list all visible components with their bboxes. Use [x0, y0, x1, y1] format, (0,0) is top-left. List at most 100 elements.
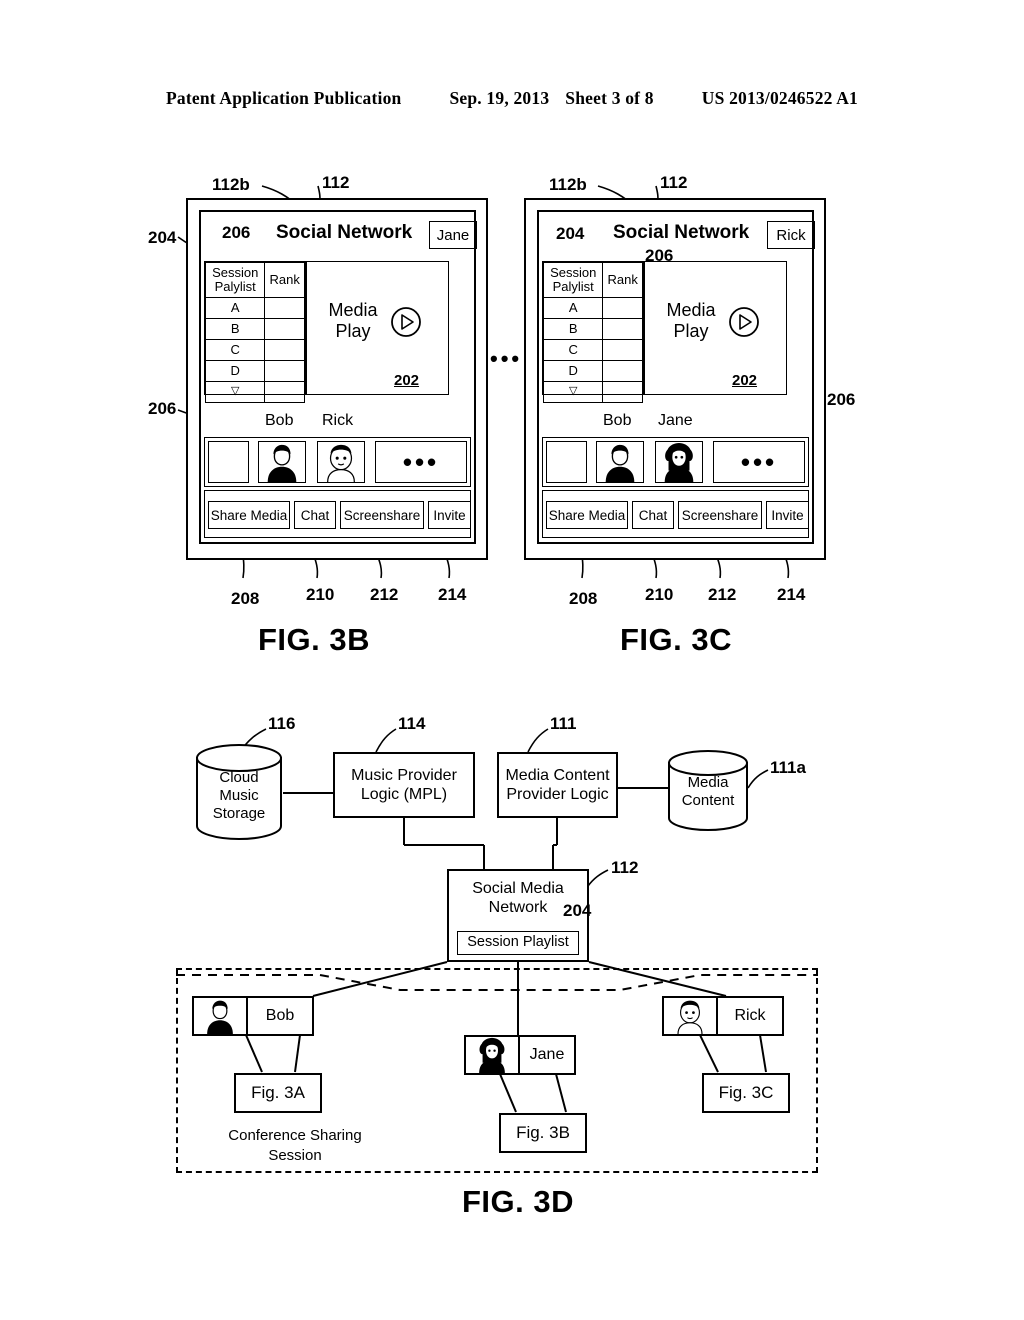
- fig3b-ref-204: 204: [148, 228, 177, 247]
- mpl-line1: Music Provider: [351, 766, 457, 784]
- fig3b-share-media-button[interactable]: Share Media: [208, 501, 290, 529]
- fig3b-playlist-header-line1: Session: [212, 265, 259, 281]
- figure-ref-3c-box[interactable]: Fig. 3C: [702, 1073, 790, 1113]
- participant-card-jane[interactable]: Jane: [464, 1035, 576, 1075]
- fig3b-playlist-row[interactable]: B: [204, 318, 266, 340]
- fig3b-media-line2: Play: [335, 320, 371, 341]
- fig3b-session-playlist[interactable]: Session Palylist Rank A B C D ▽: [204, 261, 306, 403]
- fig3c-rank-cell[interactable]: [602, 318, 643, 340]
- publication-label: Patent Application Publication: [165, 88, 402, 108]
- fig3c-empty-thumbnail[interactable]: [546, 441, 587, 483]
- fig3b-screenshare-button[interactable]: Screenshare: [340, 501, 424, 529]
- fig3b-ref-206-participants: 206: [148, 399, 177, 418]
- participant-name-jane: Jane: [529, 1046, 565, 1063]
- publication-header: Patent Application Publication Sep. 19, …: [0, 88, 1024, 109]
- fig3c-more-participants-thumbnail[interactable]: •••: [713, 441, 805, 483]
- participant-card-rick[interactable]: Rick: [662, 996, 784, 1036]
- fig3c-session-playlist[interactable]: Session Palylist Rank A B C D ▽: [542, 261, 644, 403]
- fig3b-participant-name: Bob: [265, 412, 294, 429]
- fig3c-playlist-row[interactable]: A: [542, 297, 604, 319]
- fig3c-ref-210: 210: [645, 585, 674, 604]
- fig3b-ref-112b: 112b: [212, 175, 250, 194]
- fig3b-bob-avatar-thumbnail[interactable]: [258, 441, 306, 483]
- figure-ref-3b-box[interactable]: Fig. 3B: [499, 1113, 587, 1153]
- fig3c-bob-avatar-thumbnail[interactable]: [596, 441, 644, 483]
- fig3b-empty-thumbnail[interactable]: [208, 441, 249, 483]
- fig3c-chat-button[interactable]: Chat: [632, 501, 674, 529]
- fig3b-rank-cell[interactable]: [264, 318, 305, 340]
- fig3c-ref-206-participants: 206: [827, 390, 856, 409]
- fig3b-rank-cell[interactable]: [264, 360, 305, 382]
- fig3c-media-ref: 202: [732, 372, 758, 389]
- fig3b-invite-button[interactable]: Invite: [428, 501, 471, 529]
- conference-label-line1: Conference Sharing: [228, 1127, 362, 1144]
- rick-avatar-icon: [669, 998, 711, 1034]
- fig3c-rank-header: Rank: [602, 262, 643, 298]
- fig3c-rank-cell[interactable]: [602, 339, 643, 361]
- fig3c-rank-cell[interactable]: [602, 360, 643, 382]
- fig3b-media-label: Media Play: [318, 300, 388, 341]
- fig3b-media-line1: Media: [328, 300, 378, 320]
- fig3c-play-circle-icon[interactable]: [727, 305, 761, 339]
- fig3b-app-title: Social Network: [276, 222, 413, 243]
- participant-name-bob: Bob: [265, 1007, 295, 1024]
- participant-card-bob[interactable]: Bob: [192, 996, 314, 1036]
- fig3d-ref-204: 204: [563, 901, 592, 920]
- fig3c-rank-cell[interactable]: [602, 381, 643, 403]
- fig3b-rank-cell[interactable]: [264, 381, 305, 403]
- mcpl-line1: Media Content: [505, 766, 610, 784]
- fig3c-invite-button[interactable]: Invite: [766, 501, 809, 529]
- publication-date: Sep. 19, 2013: [449, 88, 550, 108]
- fig3c-app-title: Social Network: [613, 222, 750, 243]
- fig3c-current-user-chip[interactable]: Rick: [767, 221, 815, 249]
- fig3c-playlist-header-line2: Palylist: [552, 279, 594, 294]
- fig3c-playlist-row[interactable]: C: [542, 339, 604, 361]
- fig3b-more-participants-thumbnail[interactable]: •••: [375, 441, 467, 483]
- fig3c-rank-cell[interactable]: [602, 297, 643, 319]
- fig3c-share-media-button[interactable]: Share Media: [546, 501, 628, 529]
- conference-label-line2: Session: [268, 1146, 322, 1164]
- fig3c-playlist-row[interactable]: B: [542, 318, 604, 340]
- media-content-provider-logic-box[interactable]: Media Content Provider Logic: [497, 752, 618, 818]
- fig3b-media-ref: 202: [394, 372, 420, 389]
- bob-avatar-icon: [259, 442, 305, 482]
- fig3c-jane-avatar-thumbnail[interactable]: [655, 441, 703, 483]
- rick-avatar: [664, 998, 718, 1034]
- media-content-line2: Content: [681, 792, 735, 809]
- fig3b-playlist-row[interactable]: C: [204, 339, 266, 361]
- bob-avatar: [194, 998, 248, 1034]
- fig3c-ref-208: 208: [569, 589, 598, 608]
- fig3b-playlist-scroll-down-icon[interactable]: ▽: [204, 381, 266, 403]
- cloud-storage-line1: Cloud: [219, 768, 259, 786]
- fig3c-playlist-scroll-down-icon[interactable]: ▽: [542, 381, 604, 403]
- fig3b-ref-112: 112: [322, 173, 350, 192]
- fig3d-ref-114: 114: [398, 714, 426, 733]
- fig3b-playlist-row[interactable]: D: [204, 360, 266, 382]
- mpl-line2: Logic (MPL): [360, 786, 448, 803]
- fig3c-participant-name: Bob: [603, 412, 632, 429]
- participant-name-rick: Rick: [734, 1007, 766, 1024]
- fig3c-caption: FIG. 3C: [620, 622, 733, 657]
- fig3b-chat-button[interactable]: Chat: [294, 501, 336, 529]
- fig3c-participant-name: Jane: [658, 412, 693, 429]
- session-playlist-box[interactable]: Session Playlist: [457, 931, 579, 955]
- fig3c-media-line1: Media: [666, 300, 716, 320]
- fig3c-playlist-row[interactable]: D: [542, 360, 604, 382]
- music-provider-logic-box[interactable]: Music Provider Logic (MPL): [333, 752, 475, 818]
- fig3b-current-user-chip[interactable]: Jane: [429, 221, 477, 249]
- fig3d-ref-116: 116: [268, 714, 296, 733]
- fig3b-playlist-row[interactable]: A: [204, 297, 266, 319]
- fig3c-screenshare-button[interactable]: Screenshare: [678, 501, 762, 529]
- fig3c-ref-112b: 112b: [549, 175, 587, 194]
- figures-continuation-ellipsis: •••: [490, 346, 523, 371]
- fig3b-rank-cell[interactable]: [264, 297, 305, 319]
- fig3b-rank-cell[interactable]: [264, 339, 305, 361]
- smn-line1: Social Media: [472, 880, 564, 897]
- media-content-line1: Media: [687, 773, 729, 791]
- fig3b-ref-208: 208: [231, 589, 260, 608]
- fig3b-rick-avatar-thumbnail[interactable]: [317, 441, 365, 483]
- fig3b-play-circle-icon[interactable]: [389, 305, 423, 339]
- sheet-number: Sheet 3 of 8: [565, 88, 654, 108]
- figure-ref-3a-box[interactable]: Fig. 3A: [234, 1073, 322, 1113]
- jane-avatar-icon: [656, 442, 702, 482]
